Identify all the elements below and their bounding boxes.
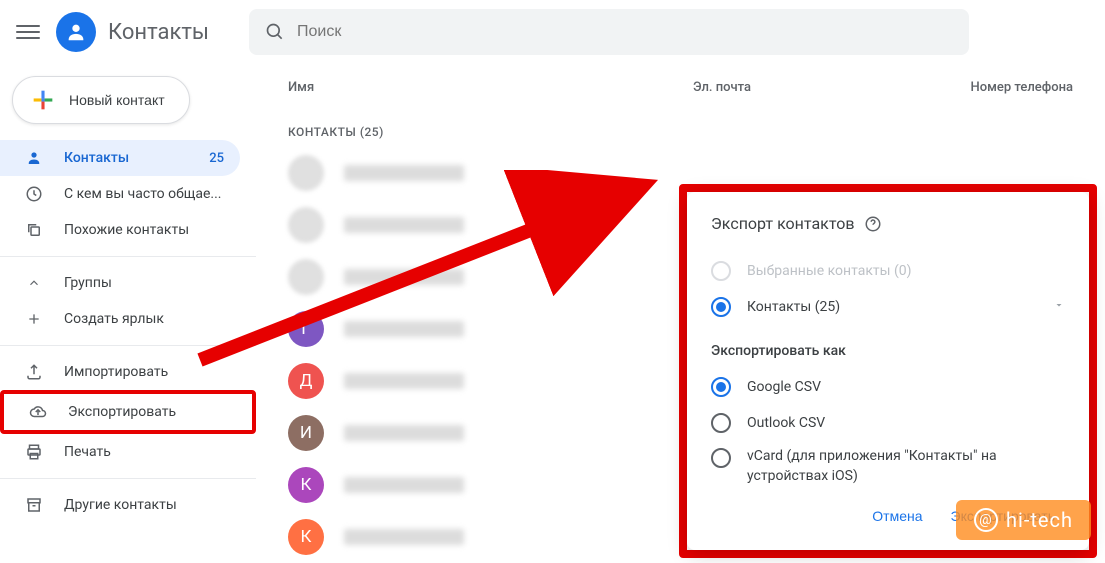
chevron-up-icon (27, 276, 41, 290)
sidebar-item-label: Экспортировать (68, 404, 236, 420)
watermark: @ hi-tech (956, 500, 1091, 540)
at-icon: @ (974, 508, 998, 532)
sidebar-item-import[interactable]: Импортировать (0, 354, 240, 390)
app-logo[interactable] (56, 12, 96, 52)
avatar (288, 259, 324, 295)
person-icon (25, 149, 43, 167)
sidebar-item-create-label[interactable]: Создать ярлык (0, 301, 240, 337)
dialog-title: Экспорт контактов (711, 214, 854, 233)
avatar: Д (288, 363, 324, 399)
export-dialog: Экспорт контактов Выбранные контакты (0)… (687, 192, 1089, 550)
sidebar-item-print[interactable]: Печать (0, 434, 240, 470)
contact-name-redacted (344, 165, 464, 181)
plus-icon (29, 86, 57, 114)
radio-icon (711, 261, 731, 281)
new-contact-button[interactable]: Новый контакт (12, 76, 190, 124)
radio-contacts-dropdown[interactable]: Контакты (25) (711, 289, 1065, 325)
export-highlight: Экспортировать (0, 390, 256, 434)
radio-icon (711, 297, 731, 317)
divider (0, 256, 256, 257)
contact-name-redacted (344, 269, 464, 285)
sidebar-count: 25 (209, 151, 224, 166)
radio-icon (711, 377, 731, 397)
plus-small-icon (26, 311, 42, 327)
chevron-down-icon (1053, 299, 1065, 315)
radio-label: Выбранные контакты (0) (747, 263, 912, 279)
contact-name-redacted (344, 529, 464, 545)
contact-name-redacted (344, 477, 464, 493)
search-input[interactable] (297, 23, 953, 41)
sidebar-item-label: Другие контакты (64, 497, 224, 513)
col-name: Имя (288, 80, 693, 95)
watermark-text: hi-tech (1006, 508, 1073, 532)
divider (0, 478, 256, 479)
upload-icon (25, 363, 43, 381)
app-title: Контакты (108, 20, 209, 45)
sidebar-item-label: Импортировать (64, 364, 224, 380)
person-icon (65, 21, 87, 43)
print-icon (25, 443, 43, 461)
col-email: Эл. почта (693, 80, 933, 95)
archive-icon (25, 496, 43, 514)
contact-name-redacted (344, 373, 464, 389)
divider (0, 345, 256, 346)
cancel-button[interactable]: Отмена (862, 500, 932, 532)
sidebar-item-contacts[interactable]: Контакты 25 (0, 140, 240, 176)
radio-label: Google CSV (747, 379, 821, 395)
avatar: К (288, 467, 324, 503)
contact-name-redacted (344, 321, 464, 337)
radio-label: Контакты (25) (747, 299, 840, 315)
app-header: Контакты (0, 0, 1105, 64)
cloud-upload-icon (29, 403, 47, 421)
sidebar-item-label: Похожие контакты (64, 222, 224, 238)
radio-icon (711, 448, 731, 468)
radio-label: Outlook CSV (747, 415, 825, 431)
avatar: И (288, 415, 324, 451)
avatar (288, 207, 324, 243)
sidebar-item-groups[interactable]: Группы (0, 265, 240, 301)
contact-name-redacted (344, 217, 464, 233)
sidebar-item-label: Печать (64, 444, 224, 460)
sidebar-item-frequent[interactable]: С кем вы часто общае... (0, 176, 240, 212)
new-contact-label: Новый контакт (69, 92, 165, 108)
search-icon (265, 22, 285, 42)
history-icon (25, 185, 43, 203)
avatar: Г (288, 311, 324, 347)
duplicate-icon (25, 221, 43, 239)
menu-icon[interactable] (16, 20, 40, 44)
help-icon[interactable] (864, 215, 882, 233)
radio-icon (711, 413, 731, 433)
radio-vcard[interactable]: vCard (для приложения "Контакты" на устр… (711, 441, 1065, 486)
sidebar-item-export[interactable]: Экспортировать (4, 394, 252, 430)
radio-outlook-csv[interactable]: Outlook CSV (711, 405, 1065, 441)
section-label: КОНТАКТЫ (25) (280, 107, 1081, 147)
search-bar[interactable] (249, 9, 969, 55)
sidebar-item-label: Группы (64, 275, 224, 291)
radio-google-csv[interactable]: Google CSV (711, 369, 1065, 405)
export-as-subtitle: Экспортировать как (711, 343, 1065, 359)
list-header: Имя Эл. почта Номер телефона (280, 64, 1081, 107)
avatar: К (288, 519, 324, 555)
sidebar-item-label: Контакты (64, 150, 209, 166)
main-content: Имя Эл. почта Номер телефона КОНТАКТЫ (2… (256, 64, 1105, 548)
sidebar-item-label: С кем вы часто общае... (64, 186, 224, 202)
contact-name-redacted (344, 425, 464, 441)
radio-label: vCard (для приложения "Контакты" на устр… (747, 447, 1065, 486)
sidebar-item-other[interactable]: Другие контакты (0, 487, 240, 523)
col-phone: Номер телефона (933, 80, 1073, 95)
radio-selected-contacts: Выбранные контакты (0) (711, 253, 1065, 289)
sidebar: Новый контакт Контакты 25 С кем вы часто… (0, 64, 256, 548)
avatar (288, 155, 324, 191)
sidebar-item-merge[interactable]: Похожие контакты (0, 212, 240, 248)
sidebar-item-label: Создать ярлык (64, 311, 224, 327)
